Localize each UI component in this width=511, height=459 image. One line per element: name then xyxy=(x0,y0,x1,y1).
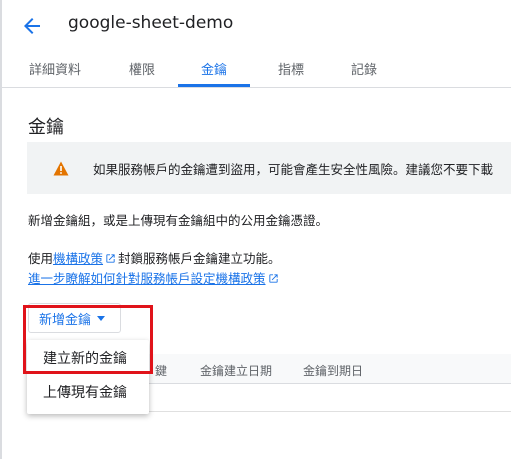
add-key-label: 新增金鑰 xyxy=(39,312,92,328)
arrow-back-icon[interactable] xyxy=(20,14,44,38)
external-link-icon xyxy=(268,274,278,283)
warning-icon xyxy=(53,161,69,176)
menu-item-create-new-key[interactable]: 建立新的金鑰 xyxy=(27,342,149,374)
back-button[interactable] xyxy=(20,14,44,38)
warning-text: 如果服務帳戶的金鑰遭到盜用，可能會產生安全性風險。建議您不要下載 xyxy=(93,162,494,177)
org-policy-prefix: 使用 xyxy=(28,251,54,266)
dropdown-caret-icon xyxy=(97,315,106,321)
page-title: google-sheet-demo xyxy=(68,13,234,33)
add-key-button[interactable]: 新增金鑰 xyxy=(28,303,121,333)
org-policy-suffix: 封鎖服務帳戶金鑰建立功能。 xyxy=(118,251,281,266)
section-title: 金鑰 xyxy=(28,117,64,138)
tab-keys[interactable]: 金鑰 xyxy=(178,50,250,87)
org-policy-note: 使用機構政策 封鎖服務帳戶金鑰建立功能。 xyxy=(28,248,281,267)
col-created: 金鑰建立日期 xyxy=(200,364,273,378)
col-expires: 金鑰到期日 xyxy=(303,364,364,378)
tab-metrics[interactable]: 指標 xyxy=(262,50,320,87)
top-bar: google-sheet-demo xyxy=(2,0,511,50)
warning-banner: 如果服務帳戶的金鑰遭到盜用，可能會產生安全性風險。建議您不要下載 xyxy=(27,142,511,194)
org-policy-link[interactable]: 機構政策 xyxy=(53,251,103,266)
keys-description: 新增金鑰組，或是上傳現有金鑰組中的公用金鑰憑證。 xyxy=(28,213,329,228)
col-key: 鍵 xyxy=(155,364,168,378)
add-key-menu: 建立新的金鑰 上傳現有金鑰 xyxy=(27,340,149,414)
learn-more-line: 進一步瞭解如何針對服務帳戶設定機構政策 xyxy=(28,268,281,287)
learn-more-link[interactable]: 進一步瞭解如何針對服務帳戶設定機構政策 xyxy=(28,271,266,286)
tab-details[interactable]: 詳細資料 xyxy=(16,50,94,87)
menu-item-upload-existing-key[interactable]: 上傳現有金鑰 xyxy=(27,376,149,408)
external-link-icon xyxy=(106,254,115,263)
tab-logs[interactable]: 記錄 xyxy=(335,50,393,87)
tab-bar: 詳細資料 權限 金鑰 指標 記錄 xyxy=(2,50,511,88)
tab-permissions[interactable]: 權限 xyxy=(116,50,168,87)
active-tab-indicator xyxy=(178,84,250,87)
